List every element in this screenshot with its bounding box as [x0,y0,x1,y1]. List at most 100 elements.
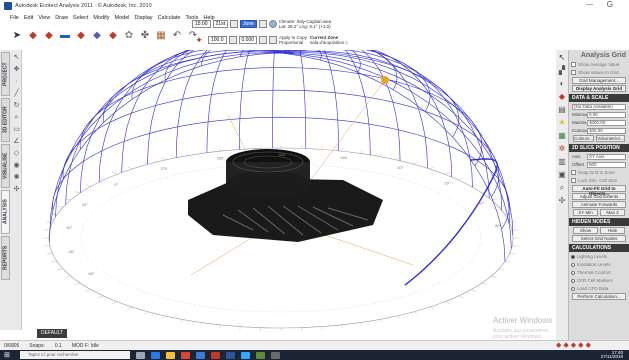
menu-modify[interactable]: Modify [93,15,109,21]
minimum-input[interactable]: 0.00 [587,111,626,118]
minimize-button[interactable]: — [586,1,593,8]
grid-panel-icon[interactable]: ▦ [557,131,567,141]
select-grid-nodes-button[interactable]: Select Grid Nodes [572,235,626,242]
menu-view[interactable]: View [38,15,50,21]
calc-option-insolation[interactable]: Insolation Levels [571,261,627,268]
display-analysis-grid-button[interactable]: Display Analysis Grid [572,85,626,92]
status-red-icon-2[interactable]: ◆ [563,341,568,349]
status-red-icon-5[interactable]: ◆ [586,341,591,349]
tab-reports[interactable]: REPORTS [1,236,10,280]
xy-min-button[interactable]: XY Min [573,209,598,216]
default-view-tab[interactable]: DEFAULT [37,329,68,338]
menu-model[interactable]: Model [115,15,130,21]
menu-edit[interactable]: Edit [24,15,33,21]
calc-option-cfd-markers[interactable]: CFD Cell Markers [571,277,627,284]
photoshop-icon[interactable] [241,351,250,359]
pointer-tool-icon[interactable]: ➤ [10,29,24,43]
snap-grid-row[interactable]: Snap Grid to Zone [571,169,627,176]
menu-draw[interactable]: Draw [55,15,68,21]
globe-icon[interactable] [268,20,277,28]
calc-option-load-cfd[interactable]: Load CFD Data [571,285,627,292]
tab-visualise[interactable]: VISUALISE [1,144,10,188]
lock-cell-checkbox[interactable] [571,178,576,183]
sun-tool-icon[interactable]: ✿ [122,29,136,43]
scene-canvas[interactable]: 60° 45° 30° 15° 0° 270 230 300 340 10° 20° 40° 80° [23,50,555,340]
day-select[interactable]: 21st [212,20,228,28]
export-panel-icon[interactable]: ▥ [557,157,567,167]
shadow-panel-icon[interactable]: ◐ [557,79,567,89]
cfd-markers-radio[interactable] [571,278,575,283]
show-values-checkbox[interactable] [571,70,576,75]
volumetrics-button[interactable]: Volumetrics... [596,135,626,142]
windows-start-icon[interactable]: ⊞ [4,352,14,359]
zoom-input[interactable]: 100.0 [208,36,227,44]
adjust-grid-extents-button[interactable]: Adjust Grid Extents [572,193,626,200]
sun-panel-icon[interactable]: ☀ [557,118,567,128]
chrome-icon[interactable] [181,351,190,359]
contours-input[interactable]: 300.00 [587,127,626,134]
angle-spin-icon[interactable] [259,36,268,44]
axis-select[interactable]: XY Axis [587,153,626,160]
auto-fit-grid-button[interactable]: Auto-Fit Grid to Objects... [572,185,626,196]
menu-calculate[interactable]: Calculate [158,15,181,21]
move-icon[interactable]: ✣ [12,185,21,194]
grid-tool-icon[interactable]: ▦ [154,29,168,43]
surface-tool-icon[interactable]: ▬ [58,29,72,43]
line-icon[interactable]: ╱ [12,89,21,98]
lighting-radio[interactable] [571,254,575,259]
menu-display[interactable]: Display [135,15,153,21]
ecotect-task-icon[interactable] [256,351,265,359]
data-select[interactable]: (No Data Available) [572,103,626,110]
zoom-panel-icon[interactable]: ⌕ [557,183,567,193]
maximum-input[interactable]: 3000.00 [587,119,626,126]
cursor-panel-icon[interactable]: ↖ [557,53,567,63]
animate-forwards-button[interactable]: Animate Forwards [572,201,626,208]
show-average-checkbox[interactable] [571,62,576,67]
tab-analysis[interactable]: ANALYSIS [1,190,10,234]
shade-tool-icon[interactable]: ◆ [106,29,120,43]
show-nodes-button[interactable]: Show [573,227,598,234]
status-snaps[interactable]: Snaps: [29,343,45,349]
select-icon[interactable]: ↖ [12,53,21,62]
camera-icon[interactable]: ◉ [12,161,21,170]
undo-icon[interactable]: ↶ [170,29,184,43]
proportional-label[interactable]: Proportional [279,40,303,45]
thermal-radio[interactable] [571,270,575,275]
material-panel-icon[interactable]: ▞ [557,66,567,76]
script-panel-icon[interactable]: ▣ [557,170,567,180]
edge-icon[interactable] [151,351,160,359]
angle-input[interactable]: 0.000 [238,36,258,44]
show-values-row[interactable]: Show Values In Grid [571,69,627,76]
selection-panel-icon[interactable]: ◆ [557,92,567,102]
explorer-icon[interactable] [166,351,175,359]
plane-icon[interactable]: ◇ [12,149,21,158]
status-red-icon-4[interactable]: ◆ [578,341,583,349]
perform-calculation-button[interactable]: Perform Calculation... [572,293,626,300]
show-average-row[interactable]: Show Average Value [571,61,627,68]
box-icon[interactable]: ▭ [12,125,21,134]
settings-panel-icon[interactable]: ✣ [557,196,567,206]
zone-tool-icon[interactable]: ◆ [42,29,56,43]
snap-grid-checkbox[interactable] [571,170,576,175]
point-icon[interactable]: · [12,77,21,86]
menu-file[interactable]: File [10,15,19,21]
word-icon[interactable] [226,351,235,359]
angle-icon[interactable]: ∠ [12,137,21,146]
day-spin-icon[interactable] [229,20,238,28]
max-button[interactable]: Max 3 [600,209,625,216]
slice-position-header[interactable]: 2D SLICE POSITION [569,144,629,152]
acrobat-icon[interactable] [211,351,220,359]
hide-nodes-button[interactable]: Hide [600,227,625,234]
revit-icon[interactable] [271,351,280,359]
sun-path-icon[interactable]: ✦ [192,33,206,47]
window-tool-icon[interactable]: ◆ [90,29,104,43]
anchor-icon[interactable] [269,36,278,44]
calculations-header[interactable]: CALCULATIONS [569,244,629,252]
offset-input[interactable]: 500 [587,161,626,168]
load-cfd-radio[interactable] [571,286,575,291]
grid-management-button[interactable]: Grid Management... [572,77,626,84]
data-scale-header[interactable]: DATA & SCALE [569,94,629,102]
zoom-icon[interactable]: ⌕ [12,113,21,122]
taskbar-search-input[interactable]: Tapez ici pour rechercher [20,351,130,359]
pan-icon[interactable]: ✥ [12,65,21,74]
